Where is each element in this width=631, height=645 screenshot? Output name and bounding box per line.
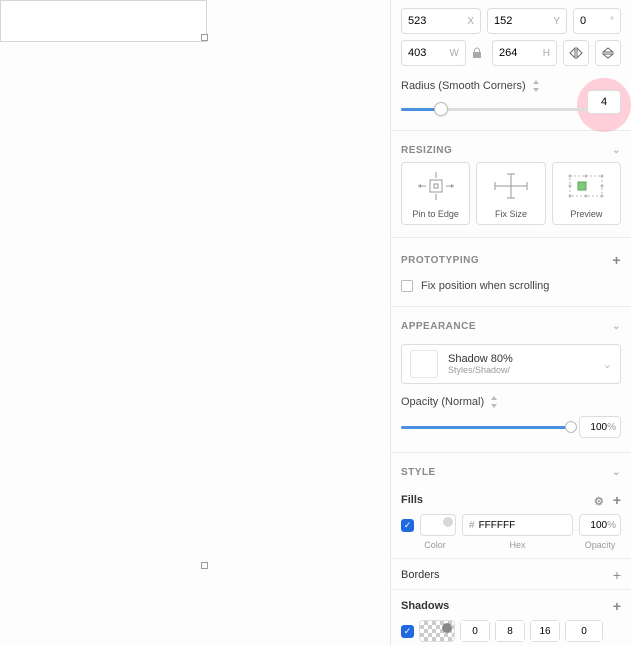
style-path: Styles/Shadow/	[448, 365, 593, 375]
chevron-down-icon[interactable]: ⌄	[612, 467, 621, 478]
y-field[interactable]: Y	[487, 8, 567, 34]
appearance-title: APPEARANCE	[401, 321, 476, 332]
radius-section: Radius (Smooth Corners)	[391, 72, 631, 126]
shadow-x-input[interactable]	[460, 620, 490, 642]
lock-aspect-icon[interactable]	[472, 47, 486, 59]
canvas-area[interactable]	[0, 0, 391, 645]
resize-handle[interactable]	[201, 562, 208, 569]
resize-handle[interactable]	[201, 34, 208, 41]
gear-icon[interactable]: ⚙	[594, 496, 604, 508]
height-field[interactable]: H	[492, 40, 557, 66]
shadow-enabled-checkbox[interactable]: ✓	[401, 625, 414, 638]
add-shadow-button[interactable]: +	[613, 598, 621, 614]
rotation-field[interactable]: °	[573, 8, 621, 34]
width-field[interactable]: W	[401, 40, 466, 66]
resizing-preview-card[interactable]: Preview	[552, 162, 621, 225]
style-title: STYLE	[401, 467, 436, 478]
shadow-spread-input[interactable]	[565, 620, 603, 642]
opacity-label: Opacity (Normal)	[401, 396, 484, 408]
fill-opacity-input[interactable]: %	[579, 514, 621, 536]
fills-title: Fills	[401, 494, 423, 506]
fill-color-well[interactable]	[420, 514, 456, 536]
opacity-input[interactable]: %	[579, 416, 621, 438]
prototyping-title: PROTOTYPING	[401, 255, 479, 266]
resizing-title: RESIZING	[401, 145, 452, 156]
shadows-title: Shadows	[401, 600, 449, 612]
flip-vertical-button[interactable]	[595, 40, 621, 66]
flip-horizontal-button[interactable]	[563, 40, 589, 66]
style-name: Shadow 80%	[448, 353, 593, 365]
radius-label: Radius (Smooth Corners)	[401, 80, 526, 92]
opacity-stepper-icon[interactable]	[490, 396, 498, 408]
pin-to-edge-card[interactable]: Pin to Edge	[401, 162, 470, 225]
shadow-blur-input[interactable]	[530, 620, 560, 642]
fix-position-label: Fix position when scrolling	[421, 280, 549, 292]
shadow-y-input[interactable]	[495, 620, 525, 642]
chevron-down-icon[interactable]: ⌄	[612, 145, 621, 156]
add-border-button[interactable]: +	[613, 567, 621, 583]
fill-enabled-checkbox[interactable]: ✓	[401, 519, 414, 532]
shadow-color-well[interactable]	[419, 620, 455, 642]
x-field[interactable]: X	[401, 8, 481, 34]
style-swatch	[410, 350, 438, 378]
fix-position-checkbox[interactable]	[401, 280, 413, 292]
layer-style-select[interactable]: Shadow 80% Styles/Shadow/ ⌄	[401, 344, 621, 384]
radius-stepper-icon[interactable]	[532, 80, 540, 92]
add-fill-button[interactable]: +	[613, 492, 621, 508]
selected-layer[interactable]	[0, 0, 207, 42]
opacity-slider[interactable]	[401, 426, 571, 429]
fix-size-card[interactable]: Fix Size	[476, 162, 545, 225]
chevron-down-icon[interactable]: ⌄	[612, 321, 621, 332]
radius-input[interactable]	[587, 90, 621, 114]
add-prototype-button[interactable]: +	[612, 252, 621, 268]
chevron-down-icon: ⌄	[603, 358, 612, 371]
fill-hex-input[interactable]: #	[462, 514, 573, 536]
inspector-panel: X Y ° W H Radius (Smooth Corners)	[391, 0, 631, 645]
borders-title: Borders	[401, 569, 440, 581]
